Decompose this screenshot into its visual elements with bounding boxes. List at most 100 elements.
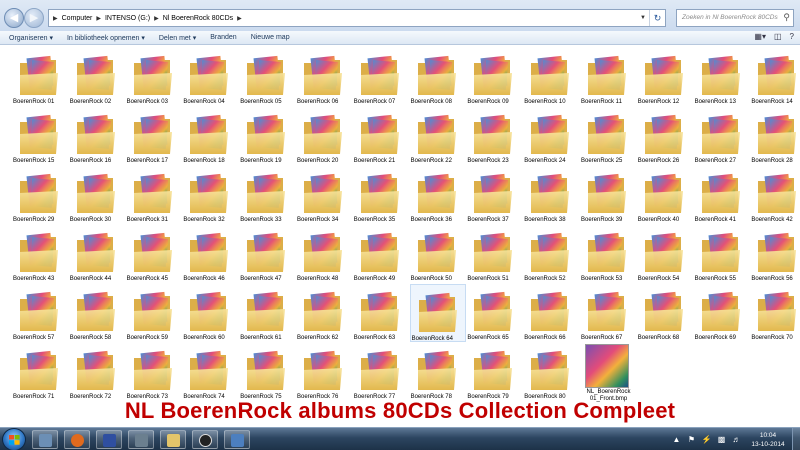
folder-item[interactable]: BoerenRock 24: [523, 107, 579, 165]
taskbar-app-button[interactable]: [96, 430, 122, 449]
folder-item[interactable]: BoerenRock 03: [126, 48, 182, 106]
folder-item[interactable]: BoerenRock 58: [69, 284, 125, 342]
folder-item[interactable]: BoerenRock 11: [580, 48, 636, 106]
folder-item[interactable]: BoerenRock 01: [12, 48, 68, 106]
search-icon[interactable]: ⚲: [783, 12, 790, 23]
folder-item[interactable]: BoerenRock 55: [694, 225, 750, 283]
share-with-button[interactable]: Delen met ▾: [152, 34, 203, 42]
folder-item[interactable]: BoerenRock 79: [466, 343, 522, 401]
address-field[interactable]: ▶ Computer ▶ INTENSO (G:) ▶ Nl BoerenRoc…: [48, 9, 666, 27]
folder-item[interactable]: BoerenRock 80: [523, 343, 579, 401]
address-chevron-icon[interactable]: ▶: [237, 15, 242, 22]
folder-item[interactable]: BoerenRock 02: [69, 48, 125, 106]
folder-item[interactable]: BoerenRock 54: [637, 225, 693, 283]
back-button[interactable]: ◀: [4, 8, 24, 28]
preview-pane-icon[interactable]: ◫: [774, 32, 782, 41]
folder-item[interactable]: BoerenRock 76: [296, 343, 352, 401]
view-options-icon[interactable]: ▦▾: [754, 32, 766, 41]
folder-item[interactable]: BoerenRock 70: [750, 284, 800, 342]
flag-icon[interactable]: ⚑: [686, 434, 697, 445]
folder-item[interactable]: BoerenRock 69: [694, 284, 750, 342]
folder-item[interactable]: BoerenRock 43: [12, 225, 68, 283]
folder-item[interactable]: BoerenRock 66: [523, 284, 579, 342]
volume-icon[interactable]: ♬: [731, 434, 742, 445]
clock[interactable]: 10:04 13-10-2014: [746, 431, 790, 449]
forward-button[interactable]: ▶: [24, 8, 44, 28]
folder-item[interactable]: BoerenRock 35: [353, 166, 409, 224]
folder-item[interactable]: BoerenRock 56: [750, 225, 800, 283]
folder-item[interactable]: BoerenRock 30: [69, 166, 125, 224]
taskbar-app-button[interactable]: [160, 430, 186, 449]
taskbar-app-button[interactable]: [224, 430, 250, 449]
organize-button[interactable]: Organiseren ▾: [0, 34, 60, 42]
address-history-dropdown-icon[interactable]: ▼: [637, 10, 649, 26]
folder-item[interactable]: BoerenRock 09: [466, 48, 522, 106]
refresh-icon[interactable]: ↻: [649, 10, 665, 26]
address-segment-computer[interactable]: Computer: [58, 15, 97, 22]
folder-item[interactable]: BoerenRock 08: [410, 48, 466, 106]
folder-item[interactable]: BoerenRock 20: [296, 107, 352, 165]
folder-item[interactable]: BoerenRock 17: [126, 107, 182, 165]
folder-item[interactable]: BoerenRock 75: [239, 343, 295, 401]
folder-item[interactable]: BoerenRock 15: [12, 107, 68, 165]
folder-item[interactable]: BoerenRock 06: [296, 48, 352, 106]
folder-item[interactable]: BoerenRock 62: [296, 284, 352, 342]
taskbar-app-button[interactable]: [32, 430, 58, 449]
folder-item[interactable]: BoerenRock 05: [239, 48, 295, 106]
folder-item[interactable]: BoerenRock 29: [12, 166, 68, 224]
folder-item[interactable]: BoerenRock 23: [466, 107, 522, 165]
folder-item[interactable]: BoerenRock 40: [637, 166, 693, 224]
folder-item[interactable]: BoerenRock 68: [637, 284, 693, 342]
folder-item[interactable]: BoerenRock 78: [410, 343, 466, 401]
folder-item[interactable]: BoerenRock 04: [182, 48, 238, 106]
help-icon[interactable]: ?: [790, 32, 794, 41]
folder-item[interactable]: BoerenRock 46: [182, 225, 238, 283]
folder-item[interactable]: BoerenRock 53: [580, 225, 636, 283]
folder-item[interactable]: BoerenRock 42: [750, 166, 800, 224]
folder-item[interactable]: BoerenRock 31: [126, 166, 182, 224]
folder-item[interactable]: BoerenRock 13: [694, 48, 750, 106]
folder-item[interactable]: BoerenRock 28: [750, 107, 800, 165]
folder-item[interactable]: BoerenRock 64: [409, 284, 466, 342]
folder-item[interactable]: BoerenRock 33: [239, 166, 295, 224]
folder-item[interactable]: BoerenRock 65: [466, 284, 522, 342]
folder-item[interactable]: BoerenRock 22: [410, 107, 466, 165]
taskbar-app-button[interactable]: [64, 430, 90, 449]
new-folder-button[interactable]: Nieuwe map: [244, 34, 297, 41]
folder-item[interactable]: BoerenRock 32: [182, 166, 238, 224]
folder-item[interactable]: BoerenRock 61: [239, 284, 295, 342]
folder-item[interactable]: BoerenRock 73: [126, 343, 182, 401]
burn-button[interactable]: Branden: [203, 34, 243, 41]
folder-item[interactable]: BoerenRock 26: [637, 107, 693, 165]
folder-item[interactable]: BoerenRock 77: [353, 343, 409, 401]
network-icon[interactable]: ▩: [716, 434, 727, 445]
taskbar-app-button[interactable]: [192, 430, 218, 449]
folder-item[interactable]: BoerenRock 16: [69, 107, 125, 165]
folder-item[interactable]: BoerenRock 41: [694, 166, 750, 224]
folder-item[interactable]: BoerenRock 59: [126, 284, 182, 342]
folder-item[interactable]: BoerenRock 47: [239, 225, 295, 283]
start-button[interactable]: [2, 428, 26, 450]
folder-item[interactable]: BoerenRock 38: [523, 166, 579, 224]
folder-item[interactable]: BoerenRock 27: [694, 107, 750, 165]
search-input[interactable]: Zoeken in Nl BoerenRock 80CDs ⚲: [676, 9, 794, 27]
include-in-library-button[interactable]: In bibliotheek opnemen ▾: [60, 34, 152, 42]
folder-item[interactable]: BoerenRock 48: [296, 225, 352, 283]
folder-item[interactable]: BoerenRock 07: [353, 48, 409, 106]
folder-item[interactable]: BoerenRock 63: [353, 284, 409, 342]
folder-item[interactable]: BoerenRock 25: [580, 107, 636, 165]
folder-item[interactable]: BoerenRock 72: [69, 343, 125, 401]
show-desktop-button[interactable]: [792, 428, 800, 450]
folder-item[interactable]: BoerenRock 71: [12, 343, 68, 401]
taskbar-app-button[interactable]: [128, 430, 154, 449]
folder-item[interactable]: BoerenRock 52: [523, 225, 579, 283]
tray-expand-icon[interactable]: ▲: [671, 434, 682, 445]
folder-item[interactable]: BoerenRock 74: [182, 343, 238, 401]
folder-item[interactable]: BoerenRock 12: [637, 48, 693, 106]
folder-item[interactable]: BoerenRock 18: [182, 107, 238, 165]
folder-item[interactable]: BoerenRock 45: [126, 225, 182, 283]
image-file-item[interactable]: NL_BoerenRock 01_Front.bmp: [580, 343, 636, 403]
folder-item[interactable]: BoerenRock 14: [750, 48, 800, 106]
folder-item[interactable]: BoerenRock 49: [353, 225, 409, 283]
folder-item[interactable]: BoerenRock 50: [410, 225, 466, 283]
